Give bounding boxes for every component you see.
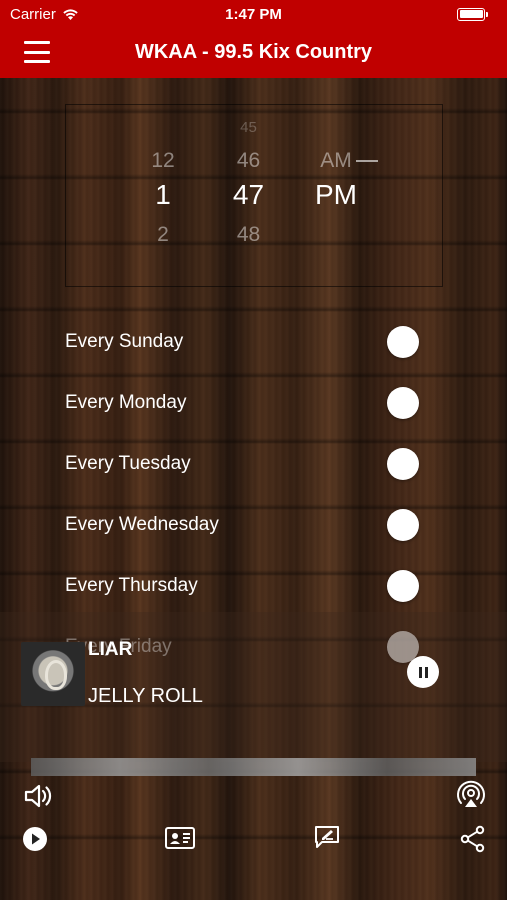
share-icon bbox=[460, 825, 485, 853]
day-toggle[interactable] bbox=[387, 448, 419, 480]
hour-option: 2 bbox=[157, 223, 169, 246]
day-label: Every Wednesday bbox=[65, 514, 219, 535]
contact-button[interactable] bbox=[164, 825, 196, 851]
minute-option: 48 bbox=[236, 223, 261, 246]
battery-icon bbox=[457, 7, 488, 21]
track-title: LIAR bbox=[88, 639, 133, 660]
day-toggle[interactable] bbox=[387, 326, 419, 358]
day-toggle[interactable] bbox=[387, 387, 419, 419]
alarm-day-row: Every Thursday bbox=[0, 556, 507, 617]
ampm-divider bbox=[356, 160, 378, 162]
feedback-button[interactable] bbox=[313, 823, 341, 851]
track-artist: JELLY ROLL bbox=[88, 685, 203, 707]
hour-option: 12 bbox=[151, 149, 175, 172]
page-title: WKAA - 99.5 Kix Country bbox=[134, 41, 373, 63]
status-bar: Carrier 1:47 PM bbox=[0, 0, 507, 28]
alarm-time-picker[interactable]: 12 1 2 45 46 47 48 AM PM bbox=[65, 104, 443, 287]
feedback-icon bbox=[315, 826, 339, 848]
hour-selected: 1 bbox=[155, 179, 171, 210]
minute-wheel[interactable]: 45 46 47 48 bbox=[211, 105, 286, 288]
day-label: Every Monday bbox=[65, 392, 187, 413]
pause-button[interactable] bbox=[407, 656, 439, 688]
speaker-icon bbox=[24, 784, 52, 808]
carrier-info: Carrier bbox=[10, 6, 79, 23]
carrier-label: Carrier bbox=[10, 5, 56, 23]
progress-bar[interactable] bbox=[31, 758, 476, 776]
share-button[interactable] bbox=[460, 825, 486, 853]
album-art bbox=[21, 642, 85, 706]
airplay-icon bbox=[457, 780, 485, 807]
hour-wheel[interactable]: 12 1 2 bbox=[128, 105, 198, 288]
play-icon bbox=[23, 827, 47, 851]
day-label: Every Tuesday bbox=[65, 453, 191, 474]
wifi-icon bbox=[63, 8, 78, 20]
alarm-day-row: Every Sunday bbox=[0, 312, 507, 373]
alarm-day-row: Every Monday bbox=[0, 373, 507, 434]
day-label: Every Sunday bbox=[65, 331, 184, 352]
day-label: Every Thursday bbox=[65, 575, 198, 596]
pause-icon bbox=[418, 666, 422, 678]
airplay-button[interactable] bbox=[455, 779, 487, 811]
now-playing-bar: LIAR JELLY ROLL bbox=[0, 612, 507, 762]
minute-option: 45 bbox=[240, 119, 257, 136]
alarm-day-row: Every Wednesday bbox=[0, 495, 507, 556]
alarm-day-row: Every Tuesday bbox=[0, 434, 507, 495]
day-toggle[interactable] bbox=[387, 570, 419, 602]
play-button[interactable] bbox=[22, 826, 48, 852]
ampm-selected: PM bbox=[315, 179, 357, 210]
volume-button[interactable] bbox=[23, 781, 53, 811]
ampm-wheel[interactable]: AM PM bbox=[296, 105, 378, 288]
contact-card-icon bbox=[165, 827, 195, 849]
navigation-bar: WKAA - 99.5 Kix Country bbox=[0, 28, 507, 78]
minute-selected: 47 bbox=[232, 179, 265, 210]
day-toggle[interactable] bbox=[387, 509, 419, 541]
minute-option: 46 bbox=[236, 149, 261, 172]
